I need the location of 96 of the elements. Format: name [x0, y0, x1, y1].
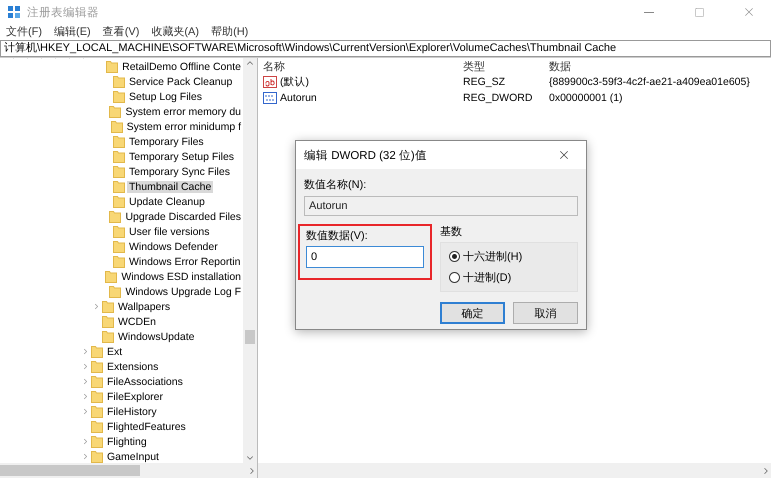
folder-icon: [113, 90, 125, 103]
value-name-field[interactable]: Autorun: [304, 196, 578, 216]
menu-item[interactable]: 收藏夹(A): [151, 24, 200, 39]
registry-icon: [7, 5, 21, 19]
tree-item[interactable]: WindowsUpdate: [116, 330, 196, 342]
folder-icon: [113, 150, 125, 163]
tree-item[interactable]: Windows ESD installation: [119, 270, 243, 282]
column-header[interactable]: 名称: [263, 58, 463, 74]
value-name: (默认): [280, 75, 309, 89]
value-data-cell-text: {889900c3-59f3-4c2f-ae21-a409ea01e605}: [549, 76, 751, 88]
folder-icon: [113, 165, 125, 178]
folder-icon: [91, 420, 103, 433]
string-value-icon: [263, 76, 277, 88]
value-data-cell-text: 0x00000001 (1): [549, 92, 624, 104]
folder-icon: [113, 75, 125, 88]
tree-item[interactable]: Ext: [105, 346, 124, 358]
field-label: 数值数据(V):: [306, 229, 369, 243]
column-header[interactable]: 数据: [549, 58, 771, 74]
column-header[interactable]: 类型: [463, 58, 549, 74]
folder-icon: [91, 390, 103, 403]
folder-icon: [105, 270, 118, 283]
radio-option[interactable]: 十进制(D): [449, 270, 569, 285]
binary-value-icon: [263, 92, 277, 104]
folder-icon: [91, 405, 103, 418]
value-name-cell[interactable]: (默认): [263, 75, 463, 89]
tree-item[interactable]: RetailDemo Offline Conte: [120, 60, 243, 72]
dialog-button[interactable]: 确定: [440, 302, 505, 324]
folder-icon: [102, 315, 114, 328]
folder-icon: [113, 225, 125, 238]
folder-icon: [113, 195, 125, 208]
tree-item[interactable]: User file versions: [127, 226, 212, 238]
value-type-cell-text: REG_SZ: [463, 76, 506, 88]
menu-item[interactable]: 文件(F): [6, 24, 42, 39]
tree-item[interactable]: Windows Error Reportin: [127, 256, 242, 268]
folder-icon: [91, 375, 103, 388]
folder-icon: [109, 105, 122, 118]
tree-item[interactable]: Temporary Files: [127, 136, 206, 148]
scroll-thumb[interactable]: [0, 465, 140, 476]
tree-item[interactable]: Flighting: [105, 436, 149, 448]
scroll-thumb[interactable]: [245, 330, 255, 344]
tree-item[interactable]: FileAssociations: [105, 376, 185, 388]
radio-label: 十进制(D): [463, 271, 512, 285]
tree-item[interactable]: Temporary Sync Files: [127, 166, 232, 178]
tree-item[interactable]: Temporary Setup Files: [127, 150, 236, 162]
folder-icon: [91, 345, 103, 358]
chevron-icon[interactable]: [92, 302, 101, 311]
folder-icon: [113, 255, 125, 268]
folder-icon: [102, 330, 114, 343]
tree-item[interactable]: Wallpapers: [116, 300, 172, 312]
window-title: 注册表编辑器: [27, 5, 100, 20]
radio-label: 十六进制(H): [463, 250, 522, 264]
scrollbar[interactable]: [258, 463, 771, 478]
radio-option[interactable]: 十六进制(H): [449, 249, 569, 264]
radio-button[interactable]: [449, 251, 460, 262]
folder-icon: [109, 210, 122, 223]
tree-item[interactable]: FileHistory: [105, 406, 159, 418]
tree-item[interactable]: Windows Upgrade Log F: [123, 286, 243, 298]
tree-item[interactable]: System error memory du: [123, 106, 243, 118]
folder-icon: [113, 180, 125, 193]
field-label: 数值名称(N):: [304, 178, 368, 192]
address-bar[interactable]: 计算机\HKEY_LOCAL_MACHINE\SOFTWARE\Microsoft\Windows\CurrentVersion\Explorer\VolumeCaches\Thumbnail Cache: [0, 40, 771, 57]
value-name-cell[interactable]: Autorun: [263, 92, 463, 104]
folder-icon: [91, 360, 103, 373]
folder-icon: [113, 240, 125, 253]
value-name: Autorun: [280, 92, 317, 104]
tree-item[interactable]: WCDEn: [116, 316, 158, 328]
tree-item[interactable]: Service Pack Cleanup: [127, 76, 234, 88]
radio-button[interactable]: [449, 272, 460, 283]
folder-icon: [109, 285, 122, 298]
value-type-cell-text: REG_DWORD: [463, 92, 534, 104]
folder-icon: [106, 60, 118, 73]
tree-item[interactable]: Setup Log Files: [127, 90, 204, 102]
tree-item[interactable]: Extensions: [105, 360, 160, 372]
tree-item[interactable]: FileExplorer: [105, 390, 166, 402]
group-label: 基数: [440, 225, 463, 239]
menu-item[interactable]: 帮助(H): [211, 24, 248, 39]
tree-item[interactable]: Windows Defender: [127, 240, 220, 252]
scrollbar[interactable]: [243, 58, 257, 463]
tree-item[interactable]: System error minidump f: [124, 120, 243, 132]
menu-item[interactable]: 编辑(E): [54, 24, 91, 39]
tree-item[interactable]: Update Cleanup: [127, 196, 207, 208]
maximize-icon: [694, 6, 704, 18]
tree-item[interactable]: Upgrade Discarded Files: [123, 210, 243, 222]
folder-icon: [113, 135, 125, 148]
tree-item[interactable]: Thumbnail Cache: [127, 180, 214, 192]
scrollbar[interactable]: [0, 463, 257, 478]
tree-item[interactable]: FlightedFeatures: [105, 420, 188, 432]
dialog-button[interactable]: 取消: [513, 302, 578, 324]
value-data-field[interactable]: 0: [306, 246, 424, 268]
folder-icon: [91, 450, 103, 463]
folder-icon: [102, 300, 114, 313]
menu-item[interactable]: 查看(V): [102, 24, 140, 39]
folder-icon: [91, 435, 103, 448]
folder-icon: [110, 120, 123, 133]
dialog-title: 编辑 DWORD (32 位)值: [304, 148, 427, 162]
tree-item[interactable]: GameInput: [105, 450, 161, 462]
